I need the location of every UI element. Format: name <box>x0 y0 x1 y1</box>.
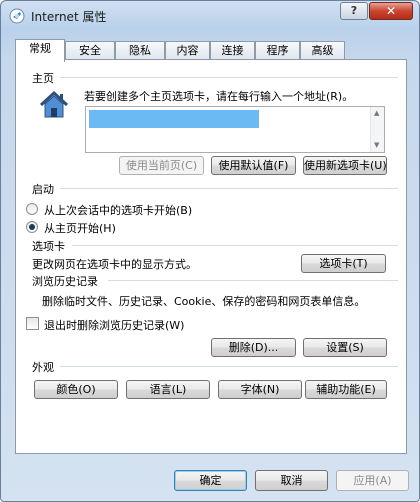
use-default-button[interactable]: 使用默认值(F) <box>211 156 296 175</box>
delete-on-exit-label: 退出时删除浏览历史记录(W) <box>44 319 185 332</box>
homepage-url-textarea[interactable]: ▲ ▼ <box>85 106 385 153</box>
history-divider <box>108 280 398 281</box>
internet-options-window: Internet 属性 ? ✕ 常规 安全 隐私 内容 连接 程序 高级 主页 … <box>0 0 420 502</box>
tab-connections[interactable]: 连接 <box>210 41 255 60</box>
help-button[interactable]: ? <box>340 2 368 20</box>
colors-button[interactable]: 颜色(O) <box>34 380 118 399</box>
startup-group-label: 启动 <box>32 183 54 196</box>
radio-home-page[interactable]: 从主页开始(H) <box>26 219 346 235</box>
homepage-url-value <box>89 110 259 128</box>
delete-history-button[interactable]: 删除(D)... <box>211 338 296 357</box>
tabs-group-label: 选项卡 <box>32 240 65 253</box>
fonts-button[interactable]: 字体(N) <box>218 380 302 399</box>
homepage-scrollbar[interactable]: ▲ ▼ <box>370 107 384 152</box>
tab-content[interactable]: 内容 <box>165 41 210 60</box>
internet-explorer-icon <box>9 8 25 24</box>
scroll-down-icon[interactable]: ▼ <box>374 141 379 149</box>
radio-last-session-label: 从上次会话中的选项卡开始(B) <box>44 204 193 217</box>
general-tab-panel: 主页 若要创建多个主页选项卡，请在每行输入一个地址(R)。 ▲ ▼ 使用当前页(… <box>15 59 407 454</box>
radio-last-session[interactable]: 从上次会话中的选项卡开始(B) <box>26 201 346 217</box>
tab-programs[interactable]: 程序 <box>255 41 300 60</box>
tab-general[interactable]: 常规 <box>15 39 65 62</box>
history-settings-button[interactable]: 设置(S) <box>303 338 387 357</box>
tab-advanced[interactable]: 高级 <box>300 41 345 60</box>
delete-on-exit-checkbox[interactable] <box>26 317 39 330</box>
cancel-button[interactable]: 取消 <box>255 470 328 491</box>
radio-home-page-label: 从主页开始(H) <box>44 222 116 235</box>
history-group-label: 浏览历史记录 <box>32 275 98 288</box>
homepage-divider <box>60 77 398 78</box>
close-button[interactable]: ✕ <box>369 2 413 20</box>
appearance-divider <box>60 366 398 367</box>
radio-home-page-button[interactable] <box>26 221 38 233</box>
history-description: 删除临时文件、历史记录、Cookie、保存的密码和网页表单信息。 <box>42 295 366 308</box>
tabs-settings-button[interactable]: 选项卡(T) <box>301 254 386 273</box>
use-new-tab-button[interactable]: 使用新选项卡(U) <box>303 156 387 175</box>
languages-button[interactable]: 语言(L) <box>126 380 210 399</box>
appearance-group-label: 外观 <box>32 361 54 374</box>
tabs-description: 更改网页在选项卡中的显示方式。 <box>32 258 197 271</box>
scroll-up-icon[interactable]: ▲ <box>374 109 379 117</box>
window-title: Internet 属性 <box>31 10 107 24</box>
startup-divider <box>60 188 398 189</box>
ok-button[interactable]: 确定 <box>174 470 247 491</box>
use-current-button[interactable]: 使用当前页(C) <box>119 156 204 175</box>
tabs-divider <box>72 245 398 246</box>
apply-button[interactable]: 应用(A) <box>336 470 409 491</box>
tab-security[interactable]: 安全 <box>65 41 115 60</box>
homepage-description: 若要创建多个主页选项卡，请在每行输入一个地址(R)。 <box>84 90 354 103</box>
homepage-group-label: 主页 <box>32 72 54 85</box>
radio-last-session-button[interactable] <box>26 203 38 215</box>
tab-privacy[interactable]: 隐私 <box>115 41 165 60</box>
accessibility-button[interactable]: 辅助功能(E) <box>305 380 387 399</box>
title-bar[interactable]: Internet 属性 ? ✕ <box>1 1 419 31</box>
home-icon <box>39 90 69 118</box>
